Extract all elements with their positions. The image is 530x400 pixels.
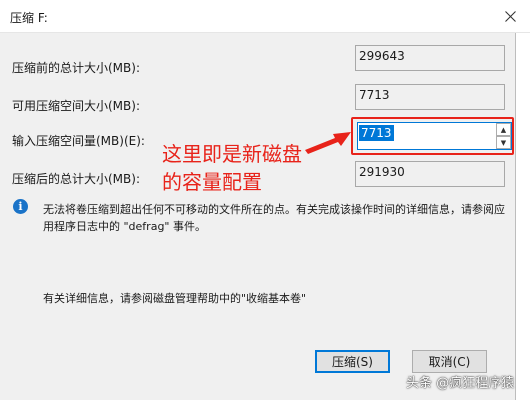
close-icon — [504, 11, 516, 22]
spin-up-button[interactable]: ▲ — [496, 123, 511, 136]
annotation-arrow-icon — [305, 132, 351, 154]
chevron-down-icon: ▼ — [500, 138, 507, 147]
total-after-value: 291930 — [355, 161, 505, 187]
total-before-value: 299643 — [355, 45, 505, 71]
annotation-line-2: 的容量配置 — [162, 170, 262, 194]
available-space-label: 可用压缩空间大小(MB): — [12, 99, 140, 113]
watermark: 头条 @疯狂程序猿 — [406, 376, 515, 391]
window-title: 压缩 F: — [10, 11, 48, 25]
shrink-amount-label: 输入压缩空间量(MB)(E): — [12, 134, 145, 148]
info-icon: i — [13, 199, 28, 214]
shrink-amount-value[interactable]: 7713 — [359, 125, 394, 141]
background-window-strip — [516, 33, 530, 400]
title-bar: 压缩 F: — [0, 0, 530, 33]
total-after-label: 压缩后的总计大小(MB): — [12, 172, 140, 186]
help-reference-text: 有关详细信息，请参阅磁盘管理帮助中的"收缩基本卷" — [43, 292, 307, 305]
available-space-value: 7713 — [355, 84, 505, 110]
info-message: 无法将卷压缩到超出任何不可移动的文件所在的点。有关完成该操作时间的详细信息，请参… — [43, 203, 505, 233]
close-button[interactable] — [490, 0, 530, 33]
shrink-button[interactable]: 压缩(S) — [315, 350, 390, 373]
cancel-button[interactable]: 取消(C) — [412, 350, 487, 373]
total-before-label: 压缩前的总计大小(MB): — [12, 61, 140, 75]
spin-down-button[interactable]: ▼ — [496, 136, 511, 149]
chevron-up-icon: ▲ — [500, 125, 507, 134]
annotation-line-1: 这里即是新磁盘 — [162, 142, 302, 166]
